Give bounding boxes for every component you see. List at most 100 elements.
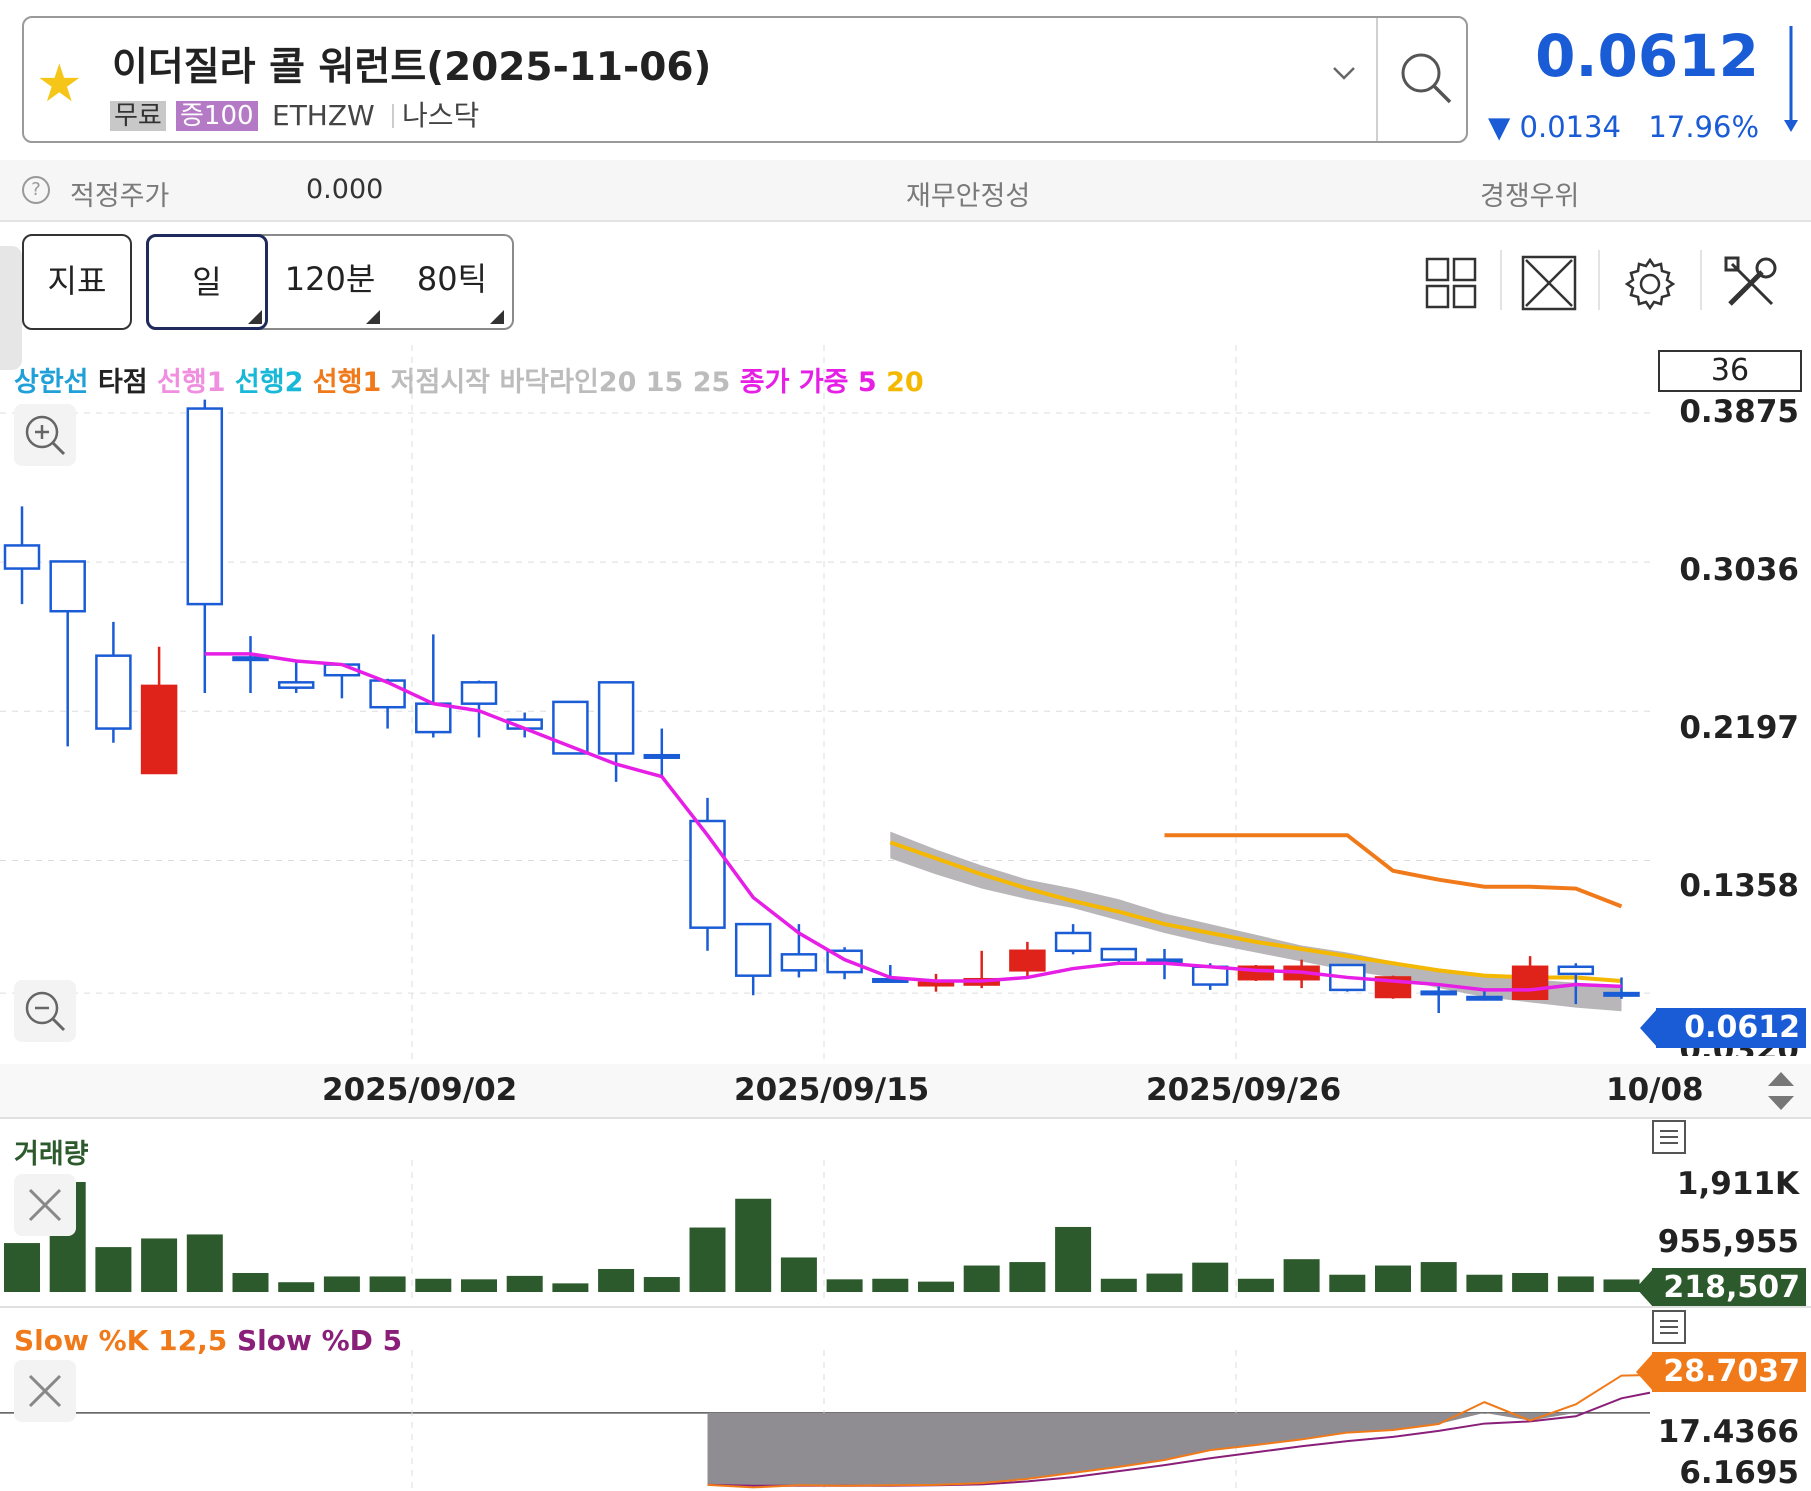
period-day-label: 일 bbox=[192, 263, 222, 301]
candle-body bbox=[1054, 931, 1092, 953]
tools-icon[interactable] bbox=[1722, 254, 1780, 316]
help-icon[interactable]: ? bbox=[22, 176, 50, 204]
volume-bar bbox=[1237, 1278, 1274, 1292]
candle-body bbox=[369, 679, 406, 709]
candle-body bbox=[1100, 947, 1138, 961]
volume-current-tag: 218,507 bbox=[1652, 1268, 1806, 1308]
volume-bar bbox=[278, 1282, 315, 1292]
stochastic-menu-icon[interactable] bbox=[1652, 1310, 1686, 1344]
indicator-button[interactable]: 지표 bbox=[22, 234, 132, 330]
volume-bar bbox=[689, 1227, 726, 1292]
page-title: 이더질라 콜 워런트(2025-11-06) bbox=[112, 45, 712, 90]
divider bbox=[1598, 250, 1600, 310]
price-change: ▼ 0.0134 bbox=[1488, 110, 1621, 144]
free-badge: 무료 bbox=[110, 101, 166, 131]
expand-icon[interactable] bbox=[1520, 254, 1578, 316]
price-chart[interactable] bbox=[0, 345, 1650, 1065]
dropdown-corner-icon bbox=[248, 310, 262, 324]
volume-bar bbox=[1557, 1276, 1594, 1292]
volume-bar bbox=[1512, 1273, 1549, 1292]
candle-body bbox=[3, 544, 41, 570]
date-axis-label: 10/08 bbox=[1606, 1072, 1704, 1108]
candle-body bbox=[917, 981, 955, 987]
gear-icon[interactable] bbox=[1622, 256, 1678, 316]
zoom-in-icon bbox=[25, 415, 66, 456]
volume-bar bbox=[1329, 1274, 1366, 1292]
divider bbox=[0, 1306, 1811, 1308]
volume-bar bbox=[369, 1276, 406, 1292]
candle-body bbox=[1511, 965, 1549, 1001]
divider bbox=[1500, 250, 1502, 310]
candle-body bbox=[49, 560, 86, 613]
sort-toggle-icon[interactable] bbox=[1764, 1070, 1798, 1116]
volume-bar bbox=[95, 1247, 132, 1292]
price-axis-label: 0.1358 bbox=[1679, 868, 1799, 904]
price-axis-label: 0.2197 bbox=[1679, 710, 1799, 746]
search-icon[interactable] bbox=[1396, 48, 1456, 112]
period-80tick-button[interactable]: 80틱 bbox=[404, 234, 500, 330]
price-range-marker-icon bbox=[1784, 26, 1798, 132]
close-icon bbox=[28, 1374, 62, 1408]
candle-body bbox=[597, 681, 635, 755]
price-change-value: 0.0134 bbox=[1519, 110, 1622, 144]
volume-bar bbox=[461, 1279, 497, 1292]
stoch-oversold-area bbox=[707, 1412, 1650, 1488]
candle-body bbox=[734, 922, 772, 977]
volume-bar bbox=[1466, 1274, 1503, 1292]
candle-body bbox=[1603, 991, 1640, 997]
margin-badge: 증100 bbox=[176, 101, 258, 131]
divider bbox=[392, 104, 394, 128]
stochastic-current-tag: 28.7037 bbox=[1652, 1352, 1806, 1392]
candle-body bbox=[277, 681, 315, 689]
divider bbox=[1700, 250, 1702, 310]
candle-body bbox=[95, 654, 132, 730]
candle-count-input[interactable]: 36 bbox=[1658, 350, 1802, 392]
volume-menu-icon[interactable] bbox=[1652, 1120, 1686, 1154]
zoom-in-button[interactable] bbox=[14, 404, 76, 466]
volume-bar bbox=[1375, 1265, 1411, 1292]
divider bbox=[0, 1117, 1811, 1119]
market-name: 나스닥 bbox=[402, 99, 480, 132]
zoom-out-button[interactable] bbox=[14, 980, 76, 1042]
current-price-tag: 0.0612 bbox=[1656, 1008, 1806, 1048]
competitive-edge-label[interactable]: 경쟁우위 bbox=[1480, 174, 1579, 213]
volume-bar bbox=[186, 1234, 223, 1292]
price-axis-label: 0.3875 bbox=[1679, 394, 1799, 430]
volume-bar bbox=[1603, 1279, 1640, 1292]
price-axis-label: 0.3036 bbox=[1679, 552, 1799, 588]
candle-body bbox=[780, 953, 818, 972]
zoom-out-icon bbox=[25, 991, 66, 1032]
volume-bar bbox=[1146, 1273, 1183, 1292]
grid-layout-icon[interactable] bbox=[1424, 256, 1478, 314]
candle-body bbox=[415, 702, 452, 734]
lead1-line bbox=[1164, 833, 1623, 909]
chevron-down-icon[interactable] bbox=[1328, 64, 1360, 88]
volume-bar bbox=[826, 1279, 863, 1292]
stochastic-close-button[interactable] bbox=[14, 1360, 76, 1422]
close-icon bbox=[28, 1188, 62, 1222]
candle-body bbox=[460, 681, 498, 705]
current-price: 0.0612 bbox=[1535, 22, 1759, 90]
stochastic-axis-label: 6.1695 bbox=[1679, 1455, 1799, 1491]
cloud-band bbox=[890, 831, 1622, 1012]
stochastic-chart[interactable] bbox=[0, 1350, 1650, 1490]
stoch-tag-pointer-icon bbox=[1636, 1352, 1654, 1392]
volume-close-button[interactable] bbox=[14, 1174, 76, 1236]
candle-body bbox=[1557, 965, 1595, 976]
candle-body bbox=[186, 407, 224, 606]
volume-bar bbox=[232, 1273, 269, 1292]
fair-price-label: 적정주가 bbox=[70, 181, 170, 212]
volume-bar bbox=[1420, 1262, 1457, 1292]
ticker-symbol: ETHZW bbox=[272, 99, 375, 132]
candle-body bbox=[1420, 990, 1457, 996]
volume-chart[interactable] bbox=[0, 1160, 1650, 1300]
financial-stability-label[interactable]: 재무안정성 bbox=[906, 174, 1030, 213]
candle-body bbox=[1009, 949, 1046, 972]
candle-body bbox=[140, 684, 178, 775]
volume-bar bbox=[872, 1278, 909, 1292]
price-change-pct: 17.96% bbox=[1648, 110, 1759, 144]
dropdown-corner-icon bbox=[490, 310, 504, 324]
favorite-star-icon[interactable]: ★ bbox=[36, 58, 83, 110]
volume-bar bbox=[1283, 1259, 1320, 1292]
volume-axis-label: 955,955 bbox=[1657, 1224, 1799, 1260]
